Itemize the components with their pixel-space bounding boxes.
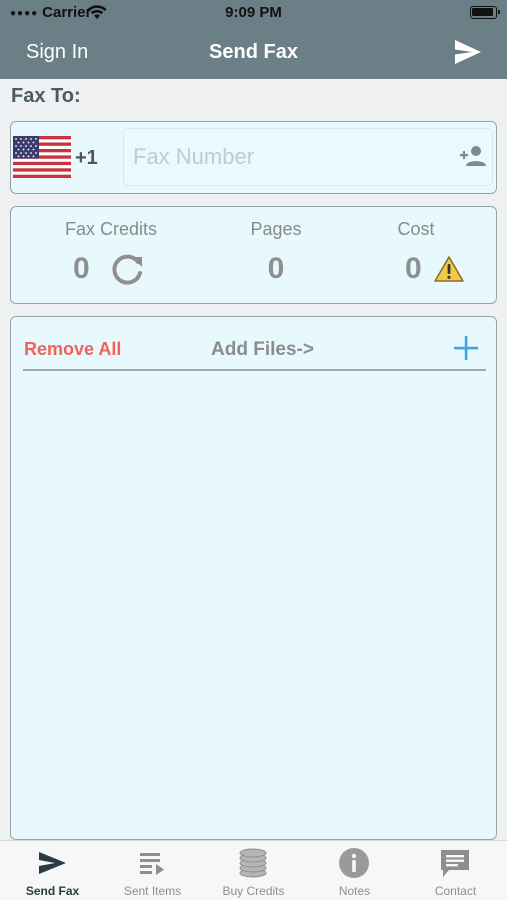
remove-all-button[interactable]: Remove All (24, 339, 121, 360)
country-code[interactable]: +1 (75, 147, 98, 170)
pages: Pages 0 (226, 219, 326, 286)
files-panel: Remove All Add Files-> (10, 316, 497, 840)
add-person-icon[interactable] (458, 144, 486, 168)
tab-contact[interactable]: Contact (405, 841, 506, 900)
battery-icon (470, 6, 500, 19)
plus-icon[interactable] (453, 335, 479, 361)
refresh-icon[interactable] (108, 251, 146, 289)
coins-icon (239, 848, 267, 878)
tab-label: Contact (434, 884, 477, 898)
pages-value: 0 (267, 252, 285, 285)
tab-send-fax[interactable]: Send Fax (2, 841, 103, 900)
top-bar: ●●●● Carrier 9:09 PM Sign In Send Fax (0, 0, 507, 79)
navigation-bar: Sign In Send Fax (0, 26, 507, 79)
us-flag-icon[interactable] (13, 136, 71, 178)
page-title: Send Fax (209, 41, 298, 63)
tab-label: Sent Items (123, 884, 182, 898)
fax-to-label: Fax To: (11, 85, 81, 107)
tab-sent-items[interactable]: Sent Items (102, 841, 203, 900)
warning-icon[interactable] (433, 255, 465, 283)
tab-label: Notes (338, 884, 371, 898)
tab-label: Send Fax (25, 884, 80, 898)
tab-buy-credits[interactable]: Buy Credits (203, 841, 304, 900)
files-divider (23, 369, 486, 371)
tab-label: Buy Credits (222, 884, 285, 898)
list-icon (140, 853, 164, 875)
fax-credits-label: Fax Credits (64, 219, 158, 239)
tab-notes[interactable]: Notes (304, 841, 405, 900)
chat-icon (441, 850, 469, 877)
fax-number-panel: +1 (10, 121, 497, 194)
send-icon (39, 852, 66, 874)
send-icon[interactable] (453, 38, 483, 66)
status-time: 9:09 PM (225, 4, 282, 21)
fax-number-input[interactable] (123, 128, 493, 186)
stats-panel: Fax Credits 0 Pages 0 Cost 0 (10, 206, 497, 304)
info-icon (339, 848, 369, 878)
tab-bar: Send Fax Sent Items Buy Credits Notes Co… (0, 840, 507, 900)
pages-label: Pages (250, 219, 302, 239)
cost-label: Cost (397, 219, 435, 239)
add-files-label[interactable]: Add Files-> (211, 339, 314, 361)
status-bar: ●●●● Carrier 9:09 PM (0, 0, 507, 26)
